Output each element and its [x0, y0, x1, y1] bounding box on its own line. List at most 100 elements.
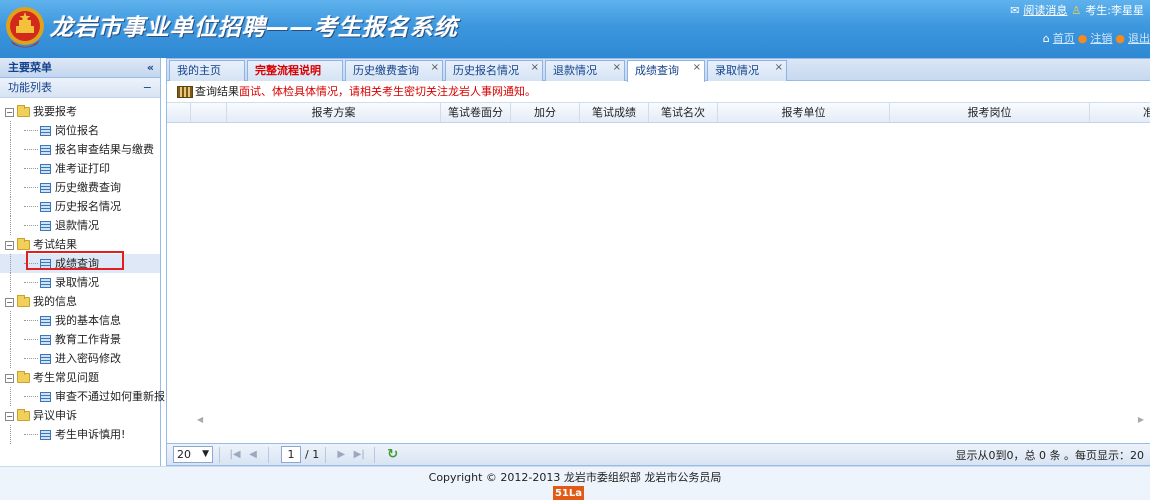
logout-link[interactable]: 注销 [1090, 30, 1112, 46]
selection-highlight [26, 251, 124, 270]
separator [268, 446, 269, 463]
col-header-unit[interactable]: 报考单位 [718, 103, 890, 122]
tree-folder-label: 异议申诉 [33, 409, 77, 422]
tree-item-education[interactable]: 教育工作背景 [0, 330, 160, 349]
collapse-sidebar-button[interactable]: « [147, 58, 154, 78]
tab-payment-history[interactable]: 历史缴费查询 × [345, 60, 443, 81]
tree-item-reapply-faq[interactable]: 审查不通过如何重新报 [0, 387, 165, 406]
tree-folder-label: 考试结果 [33, 238, 77, 251]
tree-item-label: 审查不通过如何重新报 [55, 390, 165, 403]
col-header-written-score[interactable]: 笔试成绩 [580, 103, 649, 122]
tree-item-post-apply[interactable]: 岗位报名 [0, 121, 160, 140]
home-icon: ⌂ [1042, 31, 1050, 45]
tab-refund[interactable]: 退款情况 × [545, 60, 625, 81]
header-user-bar: ✉ 阅读消息 ♙ 考生:李星星 [1010, 2, 1144, 18]
tab-label: 录取情况 [715, 64, 759, 77]
tree-item-label: 报名审查结果与缴费 [55, 143, 154, 156]
col-header-paper-score[interactable]: 笔试卷面分 [441, 103, 511, 122]
function-tree: − 我要报考 岗位报名 报名审查结果与缴费 准考证打印 历史缴费查询 历史报名情况… [0, 98, 165, 444]
tree-folder-apply[interactable]: − 我要报考 [0, 102, 160, 121]
tree-item-review-payment[interactable]: 报名审查结果与缴费 [0, 140, 160, 159]
tree-item-basic-info[interactable]: 我的基本信息 [0, 311, 160, 330]
tree-item-apply-history[interactable]: 历史报名情况 [0, 197, 160, 216]
tab-admission[interactable]: 录取情况 × [707, 60, 787, 81]
notice-text: 面试、体检具体情况，请相关考生密切关注龙岩人事网通知。 [239, 85, 536, 98]
col-header-bonus[interactable]: 加分 [511, 103, 580, 122]
collapse-toggle-icon[interactable]: − [5, 411, 14, 421]
tab-label: 历史报名情况 [453, 64, 519, 77]
close-tab-icon[interactable]: × [431, 58, 439, 78]
collapse-function-list-button[interactable]: − [143, 78, 152, 98]
collapse-toggle-icon[interactable]: − [5, 107, 14, 117]
tree-folder-label: 我的信息 [33, 295, 77, 308]
close-tab-icon[interactable]: × [531, 58, 539, 78]
prev-page-icon[interactable]: ◀ [246, 449, 260, 460]
mail-icon: ✉ [1010, 3, 1020, 17]
pagination-bar: 20 ▼ |◀ ◀ 1 / 1 ▶ ▶| ↻ 显示从0到0，总 0 条 。每页显示… [167, 443, 1150, 465]
tab-label: 退款情况 [553, 64, 597, 77]
tree-item-label: 历史缴费查询 [55, 181, 121, 194]
close-tab-icon[interactable]: × [775, 58, 783, 78]
main-menu-label: 主要菜单 [8, 61, 52, 74]
separator [374, 446, 376, 463]
close-tab-icon[interactable]: × [693, 58, 701, 78]
page-icon [40, 316, 51, 326]
tree-item-admit-card[interactable]: 准考证打印 [0, 159, 160, 178]
collapse-toggle-icon[interactable]: − [5, 297, 14, 307]
tree-item-label: 岗位报名 [55, 124, 99, 137]
last-page-icon[interactable]: ▶| [352, 449, 366, 460]
page-icon [40, 278, 51, 288]
tree-item-label: 教育工作背景 [55, 333, 121, 346]
tab-apply-history[interactable]: 历史报名情况 × [445, 60, 543, 81]
tab-process-guide[interactable]: 完整流程说明 [247, 60, 343, 81]
national-emblem-icon [6, 7, 44, 48]
exit-link[interactable]: 退出 [1128, 30, 1150, 46]
dropdown-arrow-icon: ▼ [202, 449, 209, 459]
tab-score-query[interactable]: 成绩查询 × [627, 60, 705, 82]
tree-item-refund[interactable]: 退款情况 [0, 216, 160, 235]
page-icon [40, 183, 51, 193]
scroll-right-icon[interactable]: ▶ [1138, 415, 1144, 424]
tab-home[interactable]: 我的主页 [169, 60, 245, 81]
user-name: 考生:李星星 [1085, 4, 1144, 17]
tree-item-payment-history[interactable]: 历史缴费查询 [0, 178, 160, 197]
tree-folder-faq[interactable]: − 考生常见问题 [0, 368, 160, 387]
col-header-post[interactable]: 报考岗位 [890, 103, 1090, 122]
folder-icon [17, 105, 30, 117]
function-list-label: 功能列表 [8, 81, 52, 94]
grid-body: ◀ ▶ [167, 123, 1150, 425]
tree-item-label: 退款情况 [55, 219, 99, 232]
tree-item-admission[interactable]: 录取情况 [0, 273, 160, 292]
horizontal-scrollbar[interactable]: ◀ ▶ [167, 415, 1150, 425]
header-nav: ⌂ 首页 ● 注销 ● 退出 [1043, 30, 1150, 46]
col-header-plan[interactable]: 报考方案 [227, 103, 441, 122]
first-page-icon[interactable]: |◀ [228, 449, 242, 460]
folder-icon [17, 409, 30, 421]
collapse-toggle-icon[interactable]: − [5, 240, 14, 250]
main-panel: 我的主页 完整流程说明 历史缴费查询 × 历史报名情况 × 退款情况 × 成绩查询 × … [166, 58, 1150, 466]
refresh-icon[interactable]: ↻ [387, 447, 398, 462]
pagination-info: 显示从0到0，总 0 条 。每页显示：20 [955, 448, 1144, 462]
close-tab-icon[interactable]: × [613, 58, 621, 78]
separator [219, 446, 220, 463]
page-size-select[interactable]: 20 ▼ [173, 446, 213, 463]
tree-folder-appeal[interactable]: − 异议申诉 [0, 406, 160, 425]
page-icon [40, 392, 51, 402]
col-header-rownum [167, 103, 191, 122]
next-page-icon[interactable]: ▶ [334, 449, 348, 460]
tree-item-appeal[interactable]: 考生申诉慎用! [0, 425, 160, 444]
folder-icon [17, 238, 30, 250]
stats-badge[interactable]: 51La [553, 486, 584, 500]
col-header-written-rank[interactable]: 笔试名次 [649, 103, 718, 122]
collapse-toggle-icon[interactable]: − [5, 373, 14, 383]
read-messages-link[interactable]: 阅读消息 [1023, 2, 1067, 18]
tree-item-label: 考生申诉慎用! [55, 428, 126, 441]
tree-item-password[interactable]: 进入密码修改 [0, 349, 160, 368]
page-total: / 1 [305, 448, 320, 461]
scroll-left-icon[interactable]: ◀ [197, 415, 203, 424]
tree-folder-my-info[interactable]: − 我的信息 [0, 292, 160, 311]
home-link[interactable]: 首页 [1053, 30, 1075, 46]
query-notice: 查询结果面试、体检具体情况，请相关考生密切关注龙岩人事网通知。 [167, 81, 1150, 103]
page-number-input[interactable]: 1 [281, 446, 301, 463]
col-header-ticket-no[interactable]: 准考证号 [1090, 103, 1150, 122]
